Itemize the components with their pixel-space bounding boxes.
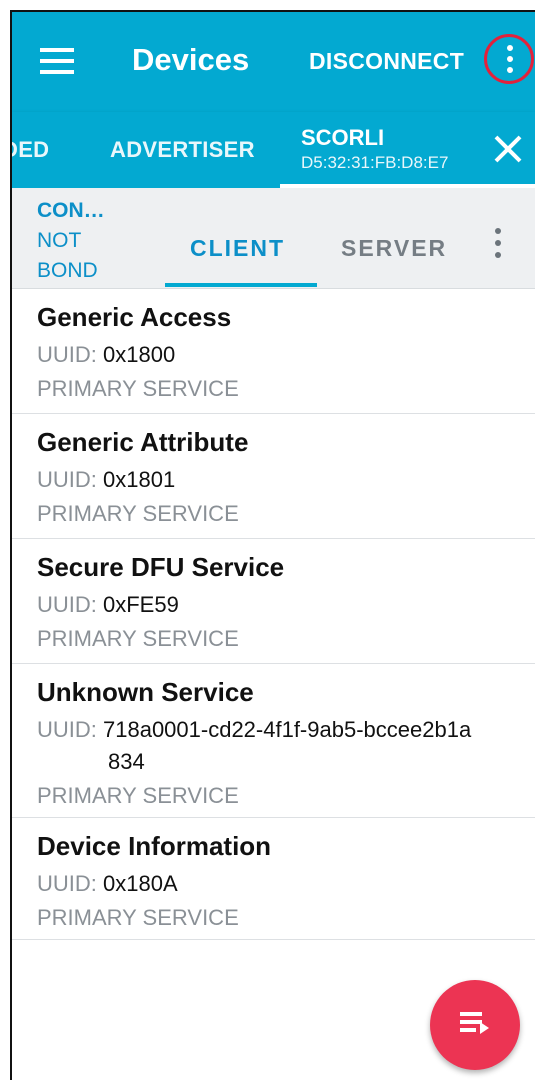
service-type: PRIMARY SERVICE (37, 501, 239, 526)
service-name: Generic Attribute (37, 427, 249, 457)
uuid-value: 718a0001-cd22-4f1f-9ab5-bccee2b1a (103, 717, 472, 742)
service-type: PRIMARY SERVICE (37, 783, 239, 808)
close-icon[interactable] (494, 135, 522, 163)
client-tab-indicator (165, 283, 317, 287)
bond-state-text-1: NOT (37, 229, 82, 252)
uuid-value: 0x180A (103, 871, 178, 896)
service-uuid: UUID: 0xFE59 (37, 590, 179, 620)
service-uuid: UUID: 0x1800 (37, 340, 175, 370)
uuid-value: 0x1801 (103, 467, 176, 492)
service-uuid: UUID: 0x180A (37, 869, 178, 899)
uuid-label: UUID: (37, 717, 103, 742)
device-tab-bar: DED ADVERTISER SCORLI D5:32:31:FB:D8:E7 (12, 112, 535, 188)
tab-server[interactable]: SERVER (341, 235, 447, 262)
screenshot-frame: Devices DISCONNECT DED ADVERTISER SCORLI… (0, 0, 535, 1080)
service-type: PRIMARY SERVICE (37, 626, 239, 651)
connection-state-text: CON… (37, 199, 105, 222)
device-name: SCORLI (301, 125, 385, 150)
service-uuid: UUID: 0x1801 (37, 465, 175, 495)
device-address: D5:32:31:FB:D8:E7 (301, 153, 449, 172)
list-item[interactable]: Device Information UUID: 0x180A PRIMARY … (12, 818, 535, 940)
log-fab-button[interactable] (430, 980, 520, 1070)
service-name: Generic Access (37, 302, 232, 332)
list-item[interactable]: Generic Access UUID: 0x1800 PRIMARY SERV… (12, 289, 535, 414)
service-name: Device Information (37, 831, 272, 861)
app-window: Devices DISCONNECT DED ADVERTISER SCORLI… (10, 10, 535, 1080)
hamburger-menu-icon[interactable] (40, 48, 74, 74)
list-item[interactable]: Unknown Service UUID: 718a0001-cd22-4f1f… (12, 664, 535, 818)
service-name: Secure DFU Service (37, 552, 285, 582)
bond-state-text-2: BOND (37, 259, 98, 282)
app-bar: Devices DISCONNECT (12, 12, 535, 112)
list-item[interactable]: Secure DFU Service UUID: 0xFE59 PRIMARY … (12, 539, 535, 664)
uuid-label: UUID: (37, 467, 103, 492)
disconnect-button[interactable]: DISCONNECT (309, 45, 464, 77)
uuid-label: UUID: (37, 592, 103, 617)
uuid-label: UUID: (37, 342, 103, 367)
more-vert-icon[interactable] (486, 226, 510, 260)
uuid-label: UUID: (37, 871, 103, 896)
connection-subbar: CON… NOT BOND CLIENT SERVER (12, 188, 535, 289)
tab-bonded-partial[interactable]: DED (12, 137, 49, 163)
service-type: PRIMARY SERVICE (37, 376, 239, 401)
page-title: Devices (132, 42, 250, 77)
uuid-value-continued: 834 (108, 749, 145, 774)
more-vert-icon[interactable] (484, 34, 534, 84)
service-name: Unknown Service (37, 677, 254, 707)
service-uuid: UUID: 718a0001-cd22-4f1f-9ab5-bccee2b1a (37, 715, 471, 745)
tab-client[interactable]: CLIENT (190, 235, 285, 262)
service-list: Generic Access UUID: 0x1800 PRIMARY SERV… (12, 289, 535, 940)
connection-status: CON… NOT BOND (37, 196, 105, 286)
tab-advertiser[interactable]: ADVERTISER (110, 137, 255, 163)
playlist-play-icon (460, 1012, 490, 1040)
uuid-value: 0x1800 (103, 342, 176, 367)
uuid-value: 0xFE59 (103, 592, 179, 617)
list-item[interactable]: Generic Attribute UUID: 0x1801 PRIMARY S… (12, 414, 535, 539)
service-type: PRIMARY SERVICE (37, 905, 239, 930)
